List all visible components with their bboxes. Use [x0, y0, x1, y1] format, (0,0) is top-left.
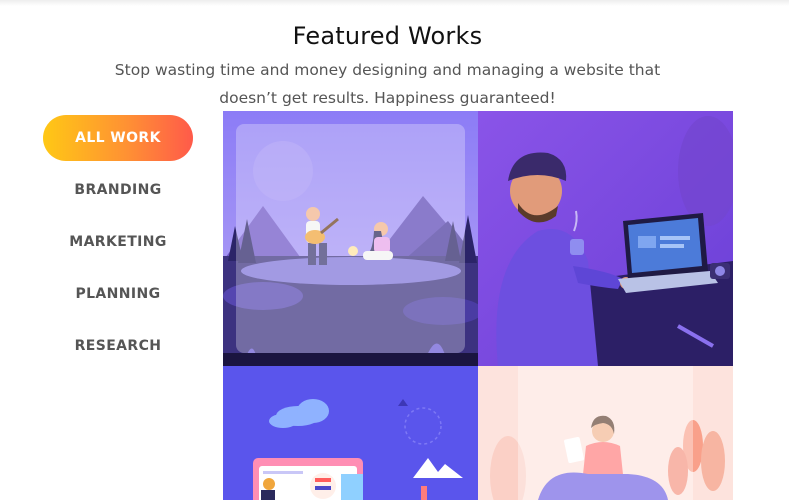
- filter-research[interactable]: RESEARCH: [43, 323, 193, 369]
- filter-all-work[interactable]: ALL WORK: [43, 115, 193, 161]
- portfolio-item-couple-guitar[interactable]: [223, 111, 478, 366]
- analytics-illustration: [223, 366, 478, 500]
- portfolio-item-woman-reading[interactable]: [478, 366, 733, 500]
- portfolio-filter-nav: ALL WORK BRANDING MARKETING PLANNING RES…: [43, 115, 193, 375]
- section-title: Featured Works: [292, 22, 483, 50]
- filter-branding[interactable]: BRANDING: [43, 167, 193, 213]
- header-divider-shadow: [0, 0, 789, 6]
- hover-overlay: [236, 124, 465, 353]
- portfolio-item-man-laptop[interactable]: [478, 111, 733, 366]
- woman-reading-illustration: [478, 366, 733, 500]
- filter-planning[interactable]: PLANNING: [43, 271, 193, 317]
- filter-marketing[interactable]: MARKETING: [43, 219, 193, 265]
- portfolio-item-analytics[interactable]: [223, 366, 478, 500]
- man-laptop-illustration: [478, 111, 733, 366]
- section-subtitle: Stop wasting time and money designing an…: [114, 61, 661, 107]
